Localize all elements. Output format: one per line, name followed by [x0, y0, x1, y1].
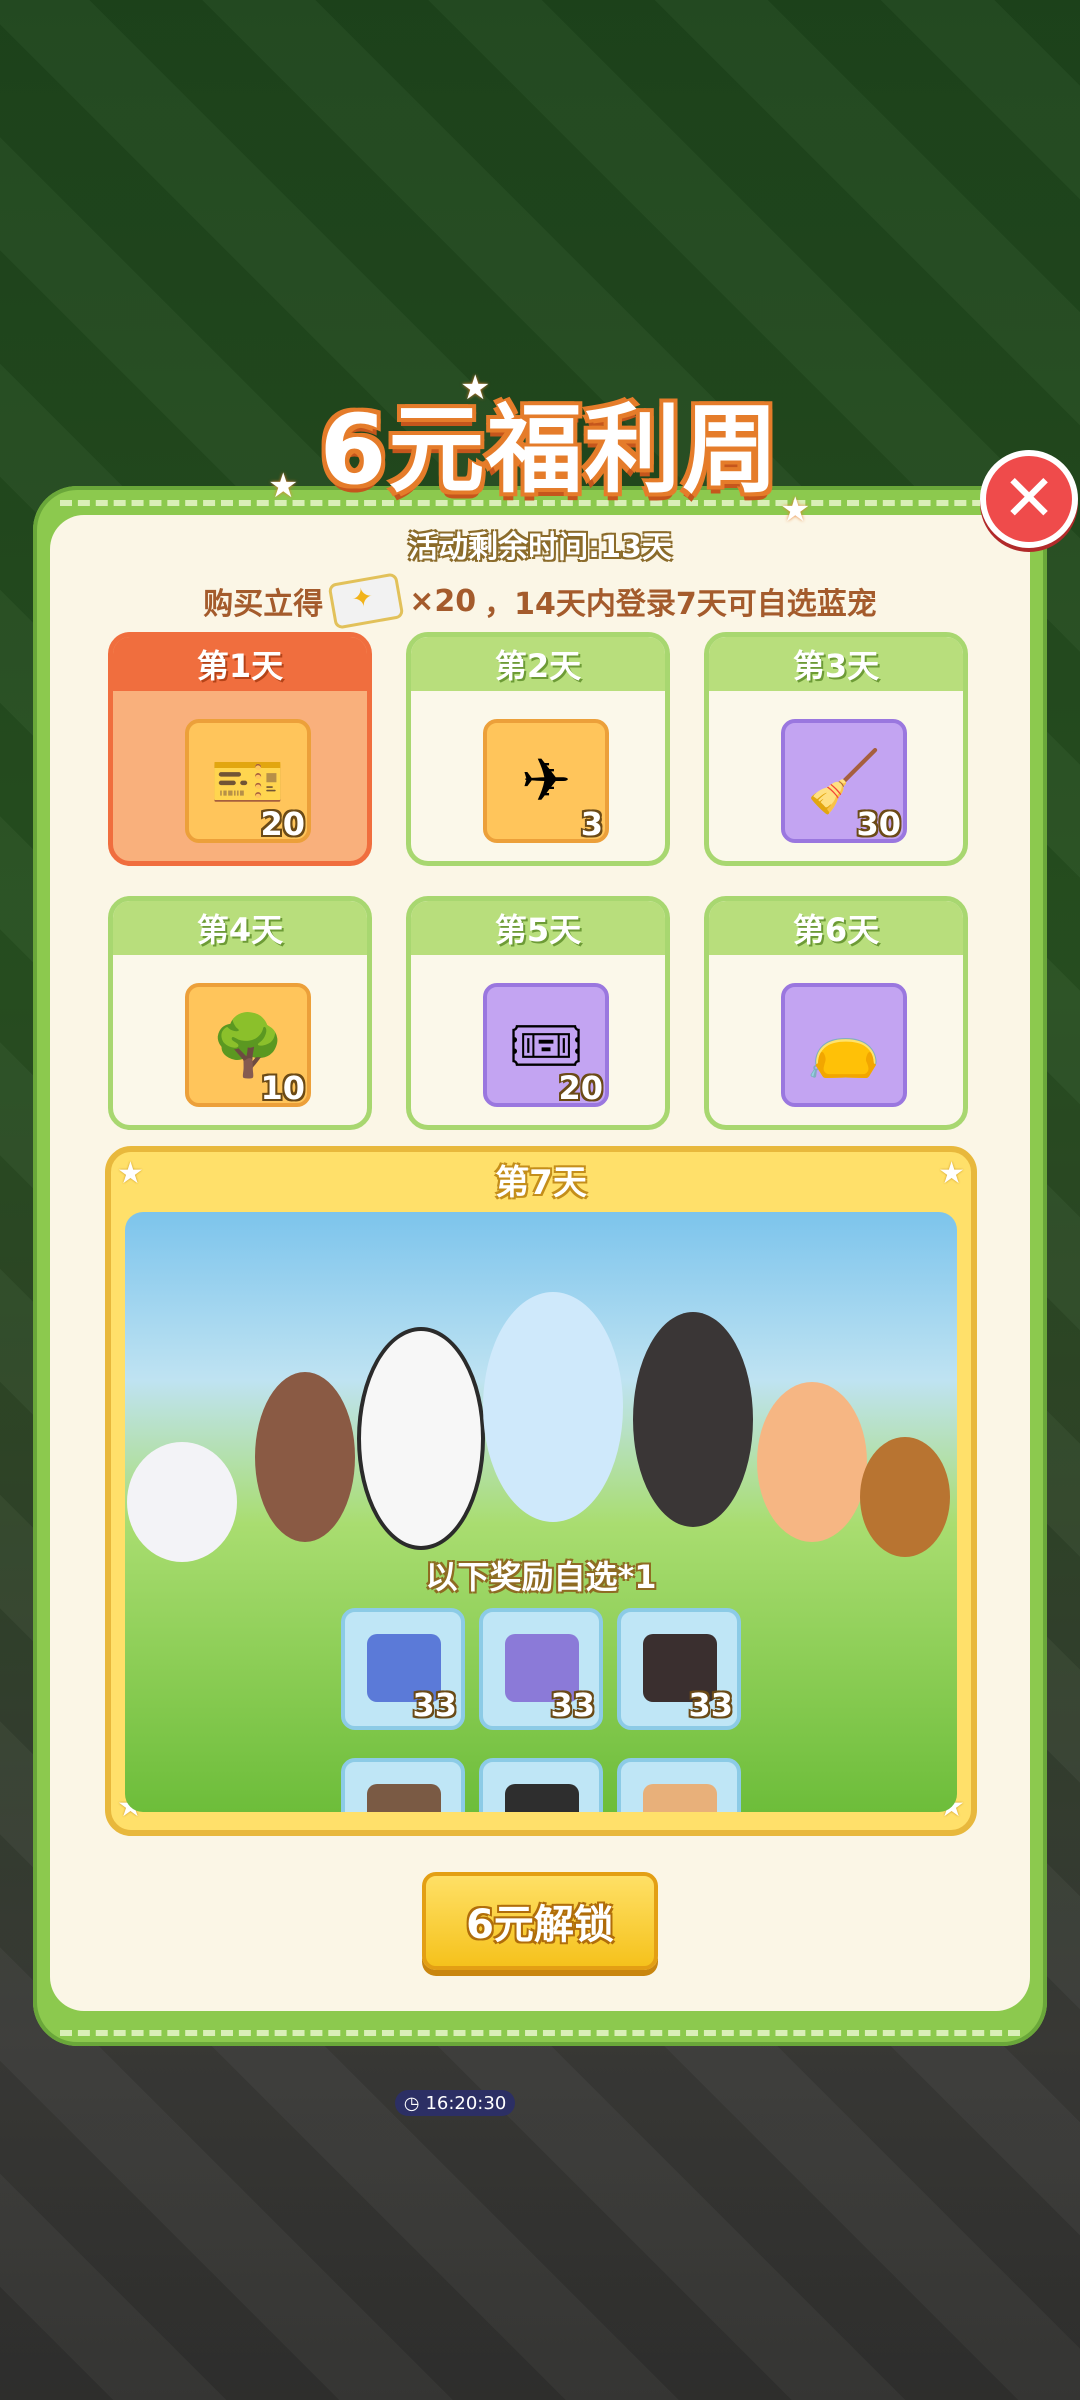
- acorn-pet-image: [860, 1437, 950, 1557]
- corner-star-icon: ★: [117, 1156, 144, 1191]
- background-timer: ◷ 16:20:30: [395, 2090, 515, 2116]
- day-card-7[interactable]: 第7天 ★ ★ ★ ★ 以下奖励自选*1 33 33 33: [105, 1146, 977, 1836]
- reward-count: 20: [558, 1069, 603, 1107]
- day-card-label: 第1天: [113, 637, 367, 691]
- clock-icon: ◷: [403, 2092, 420, 2114]
- close-icon: ✕: [1002, 462, 1056, 536]
- choose-one-label: 以下奖励自选*1: [425, 1558, 657, 1596]
- hooded-pet-image: [483, 1292, 623, 1522]
- dalmatian-pet-image: [357, 1327, 485, 1550]
- day-card-label: 第3天: [709, 637, 963, 691]
- day-card-6[interactable]: 第6天 👝: [704, 896, 968, 1130]
- reward-count: 30: [856, 805, 901, 843]
- panel-dashed-border-bottom: [60, 2030, 1020, 2036]
- reward-option-purple-cake[interactable]: 33: [479, 1608, 603, 1730]
- reward-option-partial[interactable]: [617, 1758, 741, 1812]
- corner-star-icon: ★: [938, 1156, 965, 1191]
- day-card-4[interactable]: 第4天 🌳 10: [108, 896, 372, 1130]
- reward-count: 10: [260, 1069, 305, 1107]
- day-card-3[interactable]: 第3天 🧹 30: [704, 632, 968, 866]
- remaining-time: 活动剩余时间:13天: [408, 530, 672, 565]
- cake-icon: [367, 1784, 441, 1812]
- pet-selection-scene: 以下奖励自选*1 33 33 33: [125, 1212, 957, 1812]
- reward-count: 33: [412, 1686, 457, 1724]
- day-card-label: 第6天: [709, 901, 963, 955]
- close-button[interactable]: ✕: [980, 450, 1078, 548]
- day-card-label: 第2天: [411, 637, 665, 691]
- day-card-label: 第7天: [495, 1163, 587, 1203]
- reward-count: 33: [688, 1686, 733, 1724]
- background-timer-text: 16:20:30: [425, 2092, 507, 2114]
- unlock-button[interactable]: 6元解锁: [422, 1872, 658, 1970]
- day-card-1[interactable]: 第1天 🎫 20: [108, 632, 372, 866]
- reward-count: 20: [260, 805, 305, 843]
- description-suffix: ，14天内登录7天可自选蓝宠: [484, 587, 877, 622]
- description-ticket-count: ×20: [409, 583, 477, 619]
- purchase-description: 购买立得 ×20 ，14天内登录7天可自选蓝宠: [0, 572, 1080, 630]
- day-card-label: 第4天: [113, 901, 367, 955]
- description-prefix: 购买立得: [203, 587, 324, 622]
- day-card-2[interactable]: 第2天 ✈ 3: [406, 632, 670, 866]
- horse-pet-image: [255, 1372, 355, 1542]
- page-title: 6元福利周: [319, 394, 781, 506]
- cake-icon: [643, 1784, 717, 1812]
- reward-count: 33: [550, 1686, 595, 1724]
- reward-count: 3: [580, 805, 603, 843]
- reward-option-panda-cake[interactable]: 33: [617, 1608, 741, 1730]
- day-card-5[interactable]: 第5天 🎟 20: [406, 896, 670, 1130]
- reward-option-partial[interactable]: [341, 1758, 465, 1812]
- shiba-pet-image: [633, 1312, 753, 1527]
- polar-bear-pet-image: [127, 1442, 237, 1562]
- title-star-icon: ★: [268, 466, 299, 506]
- cake-icon: [505, 1784, 579, 1812]
- cookie-pet-image: [757, 1382, 867, 1542]
- day-card-label: 第5天: [411, 901, 665, 955]
- reward-option-blue-cake[interactable]: 33: [341, 1608, 465, 1730]
- yellow-pouch-icon: 👝: [781, 983, 907, 1107]
- sparkle-ticket-icon: [327, 572, 405, 630]
- reward-option-partial[interactable]: [479, 1758, 603, 1812]
